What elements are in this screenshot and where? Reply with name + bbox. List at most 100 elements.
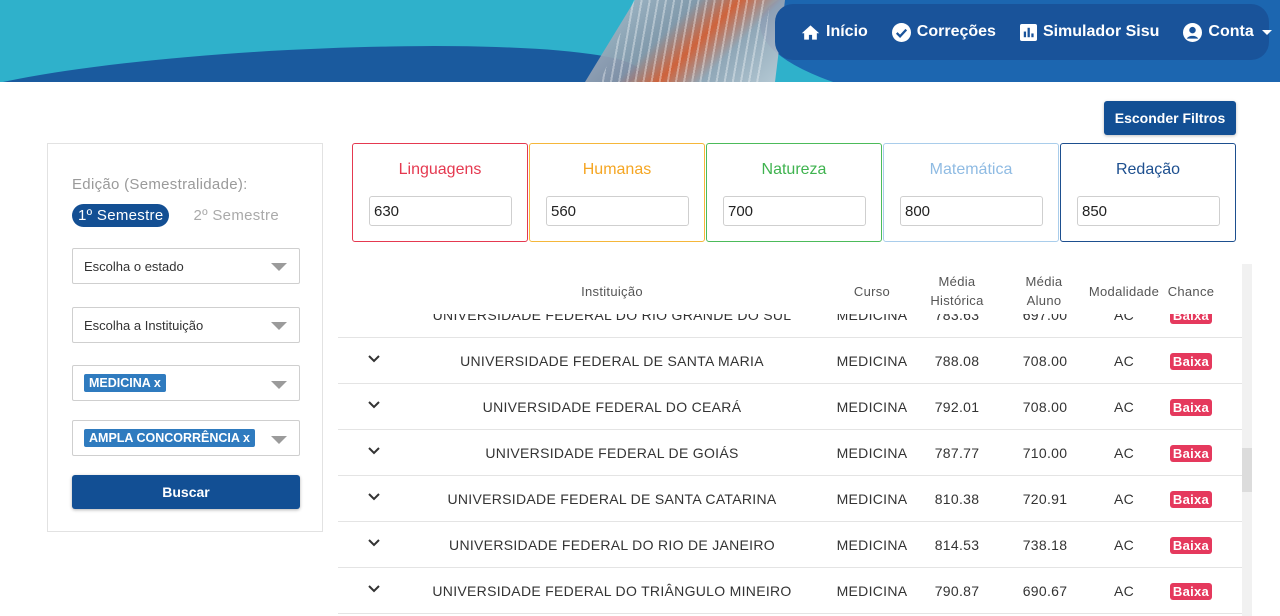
chevron-down-icon[interactable] <box>366 489 382 505</box>
chip-remove-icon[interactable]: x <box>243 431 250 445</box>
table-row[interactable]: UNIVERSIDADE FEDERAL DO CEARÁ MEDICINA 7… <box>338 384 1242 430</box>
table-row[interactable]: UNIVERSIDADE FEDERAL DO RIO DE JANEIRO M… <box>338 522 1242 568</box>
chip-remove-icon[interactable]: x <box>154 376 161 390</box>
cell-student-avg: 690.67 <box>1022 583 1068 599</box>
score-card-linguagens: Linguagens <box>352 143 528 242</box>
cell-course: MEDICINA <box>836 583 908 599</box>
edition-label: Edição (Semestralidade): <box>72 176 248 193</box>
cell-modality: AC <box>1113 445 1135 461</box>
institution-select[interactable]: Escolha a Instituição <box>72 307 300 343</box>
score-label: Redação <box>1115 161 1181 178</box>
header-institution: Instituição <box>581 284 643 299</box>
header-chance: Chance <box>1167 284 1215 299</box>
header-student-avg: Média Aluno <box>1010 272 1078 310</box>
header-hist-avg-line1: Média <box>938 274 976 289</box>
results-table: Instituição Curso Média Histórica Média … <box>338 264 1242 616</box>
cell-institution: UNIVERSIDADE FEDERAL DE GOIÁS <box>485 445 739 461</box>
nav-simulator-label: Simulador Sisu <box>1042 23 1160 40</box>
score-card-matematica: Matemática <box>883 143 1059 242</box>
chevron-down-icon[interactable] <box>366 535 382 551</box>
score-label: Matemática <box>929 161 1013 178</box>
table-header: Instituição Curso Média Histórica Média … <box>338 264 1242 314</box>
cell-course: MEDICINA <box>836 537 908 553</box>
chevron-down-icon[interactable] <box>366 397 382 413</box>
score-label: Natureza <box>761 161 827 178</box>
table-row[interactable]: UNIVERSIDADE FEDERAL DE SANTA CATARINA M… <box>338 476 1242 522</box>
cell-course: MEDICINA <box>836 353 908 369</box>
course-chip-label: MEDICINA <box>89 376 151 390</box>
cell-chance: Baixa <box>1164 338 1218 384</box>
score-input-humanas[interactable] <box>546 196 689 226</box>
chance-badge: Baixa <box>1169 490 1213 508</box>
table-row[interactable]: UNIVERSIDADE FEDERAL DE GOIÁS MEDICINA 7… <box>338 430 1242 476</box>
chevron-down-icon <box>1261 29 1272 35</box>
header-hist-avg-line2: Histórica <box>930 293 984 308</box>
header-student-avg-line2: Aluno <box>1026 293 1062 308</box>
semester-1-option[interactable]: 1º Semestre <box>72 204 170 227</box>
nav-home[interactable]: Início <box>801 23 868 41</box>
header-student-avg-line1: Média <box>1025 274 1063 289</box>
score-label: Humanas <box>582 161 652 178</box>
chart-icon <box>1019 23 1037 41</box>
score-input-natureza[interactable] <box>723 196 866 226</box>
nav-simulator[interactable]: Simulador Sisu <box>1019 23 1160 41</box>
cell-student-avg: 710.00 <box>1022 445 1068 461</box>
nav-account-label: Conta <box>1208 23 1254 40</box>
header-hist-avg: Média Histórica <box>916 272 998 310</box>
table-scrollbar[interactable] <box>1242 264 1252 616</box>
cell-hist-avg: 788.08 <box>934 353 980 369</box>
chance-badge: Baixa <box>1169 582 1213 600</box>
header-banner: Início Correções Simulador Sisu Conta <box>0 0 1280 82</box>
cell-chance: Baixa <box>1164 384 1218 430</box>
cell-modality: AC <box>1113 399 1135 415</box>
course-chip[interactable]: MEDICINA x <box>84 374 166 392</box>
nav-account[interactable]: Conta <box>1183 22 1272 42</box>
chance-badge: Baixa <box>1169 536 1213 554</box>
score-card-humanas: Humanas <box>529 143 705 242</box>
cell-chance: Baixa <box>1164 568 1218 614</box>
cell-modality: AC <box>1113 583 1135 599</box>
course-select[interactable]: MEDICINA x <box>72 365 300 401</box>
score-card-natureza: Natureza <box>706 143 882 242</box>
cell-chance: Baixa <box>1164 522 1218 568</box>
score-card-redacao: Redação <box>1060 143 1236 242</box>
score-input-linguagens[interactable] <box>369 196 512 226</box>
cell-hist-avg: 814.53 <box>934 537 980 553</box>
chevron-down-icon[interactable] <box>366 443 382 459</box>
nav-corrections-label: Correções <box>916 23 996 40</box>
cell-chance: Baixa <box>1164 430 1218 476</box>
header-course: Curso <box>853 284 891 299</box>
search-button[interactable]: Buscar <box>72 475 300 509</box>
header-wave <box>0 31 642 82</box>
cell-student-avg: 738.18 <box>1022 537 1068 553</box>
state-select-placeholder: Escolha o estado <box>84 258 184 274</box>
table-scrollbar-thumb[interactable] <box>1242 448 1252 492</box>
semester-toggle: 1º Semestre 2º Semestre <box>72 204 279 227</box>
score-label: Linguagens <box>398 161 482 178</box>
score-input-redacao[interactable] <box>1077 196 1220 226</box>
cell-modality: AC <box>1113 353 1135 369</box>
chevron-down-icon[interactable] <box>366 581 382 597</box>
state-select[interactable]: Escolha o estado <box>72 248 300 284</box>
chevron-down-icon[interactable] <box>366 351 382 367</box>
semester-2-option[interactable]: 2º Semestre <box>193 207 278 224</box>
dropdown-arrow-icon <box>271 436 287 444</box>
cell-institution: UNIVERSIDADE FEDERAL DO RIO DE JANEIRO <box>449 537 775 553</box>
dropdown-arrow-icon <box>271 263 287 271</box>
nav-corrections[interactable]: Correções <box>891 22 996 42</box>
check-circle-icon <box>891 22 911 42</box>
score-input-matematica[interactable] <box>900 196 1043 226</box>
table-row[interactable]: UNIVERSIDADE FEDERAL DO TRIÂNGULO MINEIR… <box>338 568 1242 614</box>
modality-select[interactable]: AMPLA CONCORRÊNCIA x <box>72 420 300 456</box>
cell-institution: UNIVERSIDADE FEDERAL DE SANTA MARIA <box>460 353 764 369</box>
dropdown-arrow-icon <box>271 322 287 330</box>
cell-hist-avg: 790.87 <box>934 583 980 599</box>
header-illustration-lines <box>600 0 770 82</box>
modality-chip[interactable]: AMPLA CONCORRÊNCIA x <box>84 429 255 447</box>
cell-hist-avg: 787.77 <box>934 445 980 461</box>
hide-filters-button[interactable]: Esconder Filtros <box>1104 101 1236 135</box>
cell-institution: UNIVERSIDADE FEDERAL DO CEARÁ <box>482 399 742 415</box>
cell-course: MEDICINA <box>836 491 908 507</box>
cell-hist-avg: 792.01 <box>934 399 980 415</box>
table-row[interactable]: UNIVERSIDADE FEDERAL DE SANTA MARIA MEDI… <box>338 338 1242 384</box>
